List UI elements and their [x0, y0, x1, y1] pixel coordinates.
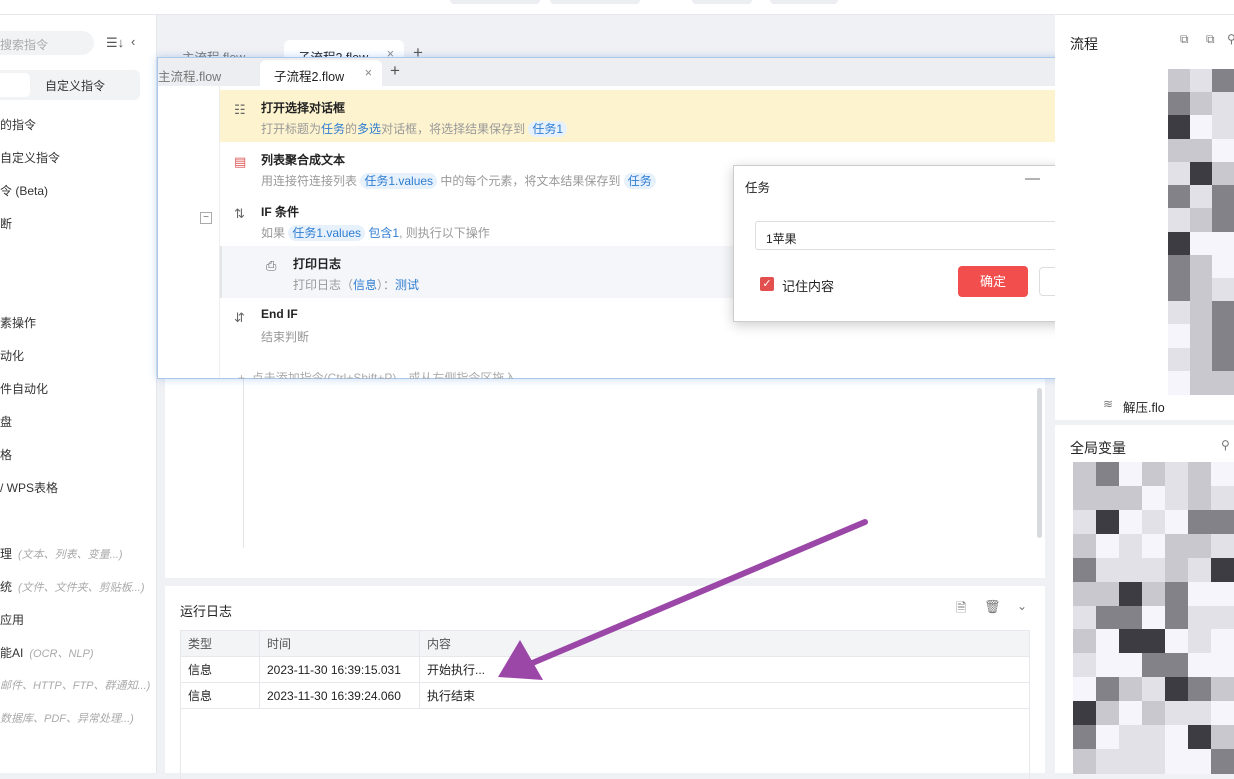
annotation-arrow	[498, 519, 868, 680]
arrow-shaft	[527, 519, 868, 667]
